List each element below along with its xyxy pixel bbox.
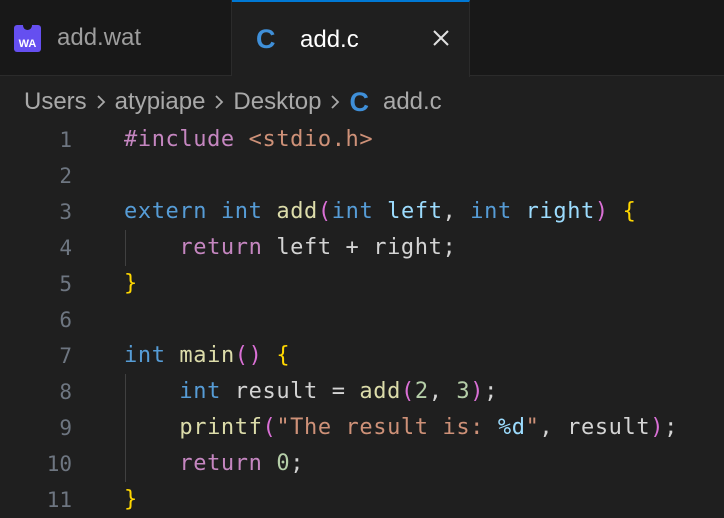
line-number: 9 (59, 416, 72, 440)
breadcrumb-item-users[interactable]: Users (24, 88, 87, 116)
code-line: 8 int result = add(2, 3); (0, 374, 724, 410)
line-content: extern int add(int left, int right) { (124, 199, 637, 224)
code-line: 7 int main() { (0, 338, 724, 374)
close-icon[interactable] (429, 26, 453, 50)
line-number: 6 (59, 308, 72, 332)
line-content: } (124, 271, 138, 296)
line-number: 11 (46, 488, 72, 512)
line-content: #include <stdio.h> (124, 127, 374, 152)
breadcrumb-item-atypiape[interactable]: atypiape (115, 88, 206, 116)
line-content: return 0; (179, 451, 305, 476)
code-line: 6 (0, 302, 724, 338)
tab-bar: WA add.wat C add.c (0, 0, 724, 77)
line-content: return left + right; (179, 235, 457, 260)
line-number: 3 (59, 200, 72, 224)
c-language-icon: C (349, 86, 369, 117)
code-editor[interactable]: 1 #include <stdio.h> 2 3 extern int add(… (0, 122, 724, 518)
c-language-icon: C (256, 24, 276, 54)
tab-label: add.c (300, 25, 359, 53)
code-line: 3 extern int add(int left, int right) { (0, 194, 724, 230)
code-line: 1 #include <stdio.h> (0, 122, 724, 158)
chevron-right-icon (331, 95, 340, 109)
line-number: 8 (59, 380, 72, 404)
line-number: 7 (59, 344, 72, 368)
line-number: 4 (59, 236, 72, 260)
tab-label: add.wat (57, 24, 142, 51)
code-line: 11 } (0, 482, 724, 518)
line-content: } (124, 487, 138, 512)
chevron-right-icon (215, 95, 224, 109)
webassembly-icon: WA (14, 24, 41, 52)
line-number: 5 (59, 272, 72, 296)
code-line: 4 return left + right; (0, 230, 724, 266)
tab-add-wat[interactable]: WA add.wat (0, 0, 232, 76)
code-line: 5 } (0, 266, 724, 302)
code-line: 9 printf("The result is: %d", result); (0, 410, 724, 446)
line-number: 1 (59, 128, 72, 152)
breadcrumb-item-desktop[interactable]: Desktop (233, 88, 321, 116)
line-number: 10 (46, 452, 72, 476)
breadcrumb-item-file[interactable]: add.c (383, 88, 442, 116)
breadcrumb: Users atypiape Desktop C add.c (0, 76, 724, 128)
tab-add-c[interactable]: C add.c (232, 0, 470, 77)
line-content: printf("The result is: %d", result); (179, 415, 678, 440)
code-line: 2 (0, 158, 724, 194)
line-number: 2 (59, 164, 72, 188)
code-line: 10 return 0; (0, 446, 724, 482)
chevron-right-icon (97, 95, 105, 109)
line-content: int main() { (124, 343, 291, 368)
line-content: int result = add(2, 3); (179, 379, 498, 404)
